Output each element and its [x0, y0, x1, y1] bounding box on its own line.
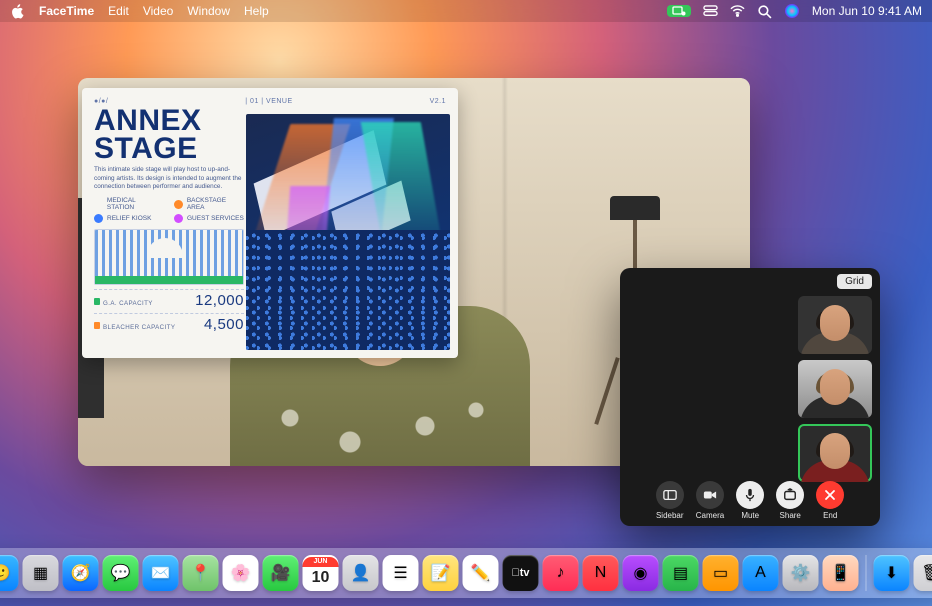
participant-thumbnail[interactable]	[798, 360, 872, 418]
slide-breadcrumb: | 01 | VENUE	[245, 98, 292, 105]
dock-app-mail[interactable]: ✉️	[143, 555, 179, 591]
apple-menu-icon[interactable]	[10, 4, 25, 19]
capacity-row: BLEACHER CAPACITY 4,500	[94, 313, 244, 333]
screen-share-indicator-icon[interactable]	[667, 5, 691, 17]
dock-app-messages[interactable]: 💬	[103, 555, 139, 591]
menubar-item-edit[interactable]: Edit	[108, 4, 129, 18]
dock-app-notes[interactable]: 📝	[423, 555, 459, 591]
menubar-item-window[interactable]: Window	[187, 4, 230, 18]
dock-app-iphone-mirroring[interactable]: 📱	[823, 555, 859, 591]
dock-app-numbers[interactable]: ▤	[663, 555, 699, 591]
dock-app-safari[interactable]: 🧭	[63, 555, 99, 591]
self-view-thumbnail[interactable]	[798, 424, 872, 482]
view-toggle-grid-button[interactable]: Grid	[837, 274, 872, 289]
dock-app-maps[interactable]: 📍	[183, 555, 219, 591]
dock-separator	[866, 555, 867, 591]
menubar-app-name[interactable]: FaceTime	[39, 4, 94, 18]
wifi-icon[interactable]	[730, 4, 745, 19]
legend-item: MEDICAL STATION	[94, 197, 164, 211]
dock-app-settings[interactable]: ⚙️	[783, 555, 819, 591]
siri-icon[interactable]	[784, 4, 800, 19]
dock-app-finder[interactable]: 🙂	[0, 555, 19, 591]
menubar-item-video[interactable]: Video	[143, 4, 173, 18]
camera-button[interactable]: Camera	[696, 481, 724, 520]
slide-isometric-render	[246, 114, 450, 350]
mute-button[interactable]: Mute	[736, 481, 764, 520]
dock: 🙂▦🧭💬✉️📍🌸🎥JUN10👤☰📝✏️tv♪N◉▤▭A⚙️📱 ⬇︎🗑	[0, 548, 932, 598]
menubar-datetime[interactable]: Mon Jun 10 9:41 AM	[812, 4, 922, 18]
spotlight-icon[interactable]	[757, 4, 772, 19]
dock-app-downloads[interactable]: ⬇︎	[874, 555, 910, 591]
dock-app-trash[interactable]: 🗑	[914, 555, 932, 591]
ga-capacity-value: 12,000	[195, 292, 244, 309]
end-call-button[interactable]: End	[816, 481, 844, 520]
participant-thumbnail[interactable]	[798, 296, 872, 354]
dock-app-reminders[interactable]: ☰	[383, 555, 419, 591]
control-center-icon[interactable]	[703, 4, 718, 19]
dock-app-contacts[interactable]: 👤	[343, 555, 379, 591]
dock-app-keynote[interactable]: ▭	[703, 555, 739, 591]
dock-app-photos[interactable]: 🌸	[223, 555, 259, 591]
slide-description: This intimate side stage will play host …	[94, 166, 244, 191]
menubar: FaceTime Edit Video Window Help Mon Jun …	[0, 0, 932, 22]
legend-item: RELIEF KIOSK	[94, 214, 164, 223]
capacity-row: G.A. CAPACITY 12,000	[94, 289, 244, 309]
slide-version: V2.1	[430, 98, 446, 105]
dock-app-news[interactable]: N	[583, 555, 619, 591]
sidebar-button[interactable]: Sidebar	[656, 481, 684, 520]
shared-presentation-slide: ●/●/ | 01 | VENUE V2.1 ANNEX STAGE This …	[82, 88, 458, 358]
dock-app-launchpad[interactable]: ▦	[23, 555, 59, 591]
participant-thumbnails	[798, 296, 872, 482]
dock-app-freeform[interactable]: ✏️	[463, 555, 499, 591]
dock-app-calendar[interactable]: JUN10	[303, 555, 339, 591]
bleacher-capacity-value: 4,500	[204, 316, 244, 333]
menubar-item-help[interactable]: Help	[244, 4, 269, 18]
legend-item: GUEST SERVICES	[174, 214, 244, 223]
share-button[interactable]: Share	[776, 481, 804, 520]
facetime-grid-panel[interactable]: Grid Sidebar Camera Mute Share	[620, 268, 880, 526]
slide-legend: MEDICAL STATION BACKSTAGE AREA RELIEF KI…	[94, 197, 244, 223]
dock-app-tv[interactable]: tv	[503, 555, 539, 591]
dock-app-facetime[interactable]: 🎥	[263, 555, 299, 591]
dock-app-music[interactable]: ♪	[543, 555, 579, 591]
legend-item: BACKSTAGE AREA	[174, 197, 244, 211]
dock-app-podcasts[interactable]: ◉	[623, 555, 659, 591]
slide-mini-map	[94, 229, 244, 285]
dock-app-app-store[interactable]: A	[743, 555, 779, 591]
facetime-controls: Sidebar Camera Mute Share End	[620, 481, 880, 520]
